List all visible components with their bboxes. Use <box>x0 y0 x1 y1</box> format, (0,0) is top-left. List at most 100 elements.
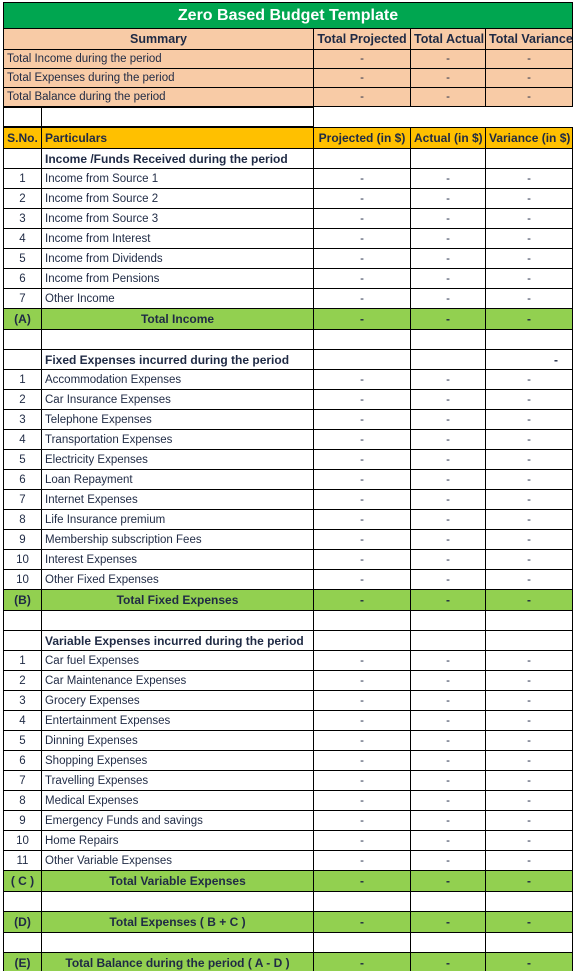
row-variance[interactable]: - <box>485 569 573 590</box>
row-variance[interactable]: - <box>485 670 573 691</box>
row-actual[interactable]: - <box>410 248 486 269</box>
row-projected[interactable]: - <box>313 509 411 530</box>
row-variance[interactable]: - <box>485 710 573 731</box>
row-variance[interactable]: - <box>485 650 573 671</box>
row-actual[interactable]: - <box>410 469 486 490</box>
row-variance[interactable]: - <box>485 228 573 249</box>
row-actual[interactable]: - <box>410 228 486 249</box>
row-variance[interactable]: - <box>485 208 573 229</box>
row-variance[interactable]: - <box>485 549 573 570</box>
row-actual[interactable]: - <box>410 670 486 691</box>
row-actual[interactable]: - <box>410 529 486 550</box>
row-variance[interactable]: - <box>485 770 573 791</box>
row-projected[interactable]: - <box>313 850 411 871</box>
total-projected[interactable]: - <box>313 870 411 892</box>
total-projected[interactable]: - <box>313 589 411 611</box>
row-variance[interactable]: - <box>485 830 573 851</box>
total-actual[interactable]: - <box>410 870 486 892</box>
row-projected[interactable]: - <box>313 369 411 390</box>
row-projected[interactable]: - <box>313 469 411 490</box>
row-variance[interactable]: - <box>485 850 573 871</box>
row-projected[interactable]: - <box>313 188 411 209</box>
row-variance[interactable]: - <box>485 369 573 390</box>
row-variance[interactable]: - <box>485 790 573 811</box>
row-variance[interactable]: - <box>485 409 573 430</box>
row-actual[interactable]: - <box>410 810 486 831</box>
row-projected[interactable]: - <box>313 208 411 229</box>
row-projected[interactable]: - <box>313 670 411 691</box>
row-variance[interactable]: - <box>485 810 573 831</box>
row-actual[interactable]: - <box>410 168 486 189</box>
row-actual[interactable]: - <box>410 489 486 510</box>
row-actual[interactable]: - <box>410 509 486 530</box>
row-projected[interactable]: - <box>313 770 411 791</box>
summary-row-variance[interactable]: - <box>485 68 573 88</box>
total-projected[interactable]: - <box>313 952 411 971</box>
summary-row-projected[interactable]: - <box>313 68 411 88</box>
row-projected[interactable]: - <box>313 429 411 450</box>
total-actual[interactable]: - <box>410 952 486 971</box>
row-variance[interactable]: - <box>485 248 573 269</box>
row-projected[interactable]: - <box>313 449 411 470</box>
row-actual[interactable]: - <box>410 690 486 711</box>
total-projected[interactable]: - <box>313 911 411 933</box>
row-actual[interactable]: - <box>410 850 486 871</box>
row-actual[interactable]: - <box>410 369 486 390</box>
row-projected[interactable]: - <box>313 810 411 831</box>
row-projected[interactable]: - <box>313 830 411 851</box>
total-variance[interactable]: - <box>485 589 573 611</box>
row-projected[interactable]: - <box>313 288 411 309</box>
row-projected[interactable]: - <box>313 569 411 590</box>
row-projected[interactable]: - <box>313 790 411 811</box>
row-variance[interactable]: - <box>485 449 573 470</box>
row-projected[interactable]: - <box>313 710 411 731</box>
summary-row-actual[interactable]: - <box>410 68 486 88</box>
row-variance[interactable]: - <box>485 188 573 209</box>
row-variance[interactable]: - <box>485 168 573 189</box>
row-actual[interactable]: - <box>410 288 486 309</box>
row-actual[interactable]: - <box>410 188 486 209</box>
total-actual[interactable]: - <box>410 308 486 330</box>
row-variance[interactable]: - <box>485 389 573 410</box>
row-actual[interactable]: - <box>410 268 486 289</box>
total-actual[interactable]: - <box>410 589 486 611</box>
row-projected[interactable]: - <box>313 248 411 269</box>
row-variance[interactable]: - <box>485 288 573 309</box>
summary-row-projected[interactable]: - <box>313 87 411 107</box>
row-actual[interactable]: - <box>410 730 486 751</box>
row-actual[interactable]: - <box>410 389 486 410</box>
row-projected[interactable]: - <box>313 228 411 249</box>
row-projected[interactable]: - <box>313 489 411 510</box>
total-projected[interactable]: - <box>313 308 411 330</box>
row-variance[interactable]: - <box>485 690 573 711</box>
row-variance[interactable]: - <box>485 489 573 510</box>
row-actual[interactable]: - <box>410 449 486 470</box>
summary-row-actual[interactable]: - <box>410 87 486 107</box>
row-actual[interactable]: - <box>410 710 486 731</box>
summary-row-variance[interactable]: - <box>485 87 573 107</box>
summary-row-projected[interactable]: - <box>313 49 411 69</box>
row-actual[interactable]: - <box>410 790 486 811</box>
row-variance[interactable]: - <box>485 730 573 751</box>
row-variance[interactable]: - <box>485 469 573 490</box>
total-actual[interactable]: - <box>410 911 486 933</box>
row-variance[interactable]: - <box>485 509 573 530</box>
total-variance[interactable]: - <box>485 870 573 892</box>
row-variance[interactable]: - <box>485 750 573 771</box>
row-actual[interactable]: - <box>410 429 486 450</box>
row-actual[interactable]: - <box>410 750 486 771</box>
row-projected[interactable]: - <box>313 650 411 671</box>
row-projected[interactable]: - <box>313 409 411 430</box>
row-actual[interactable]: - <box>410 650 486 671</box>
total-variance[interactable]: - <box>485 952 573 971</box>
total-variance[interactable]: - <box>485 308 573 330</box>
total-variance[interactable]: - <box>485 911 573 933</box>
row-projected[interactable]: - <box>313 168 411 189</box>
row-variance[interactable]: - <box>485 268 573 289</box>
row-actual[interactable]: - <box>410 569 486 590</box>
row-projected[interactable]: - <box>313 268 411 289</box>
row-actual[interactable]: - <box>410 770 486 791</box>
row-projected[interactable]: - <box>313 389 411 410</box>
row-variance[interactable]: - <box>485 529 573 550</box>
row-projected[interactable]: - <box>313 750 411 771</box>
